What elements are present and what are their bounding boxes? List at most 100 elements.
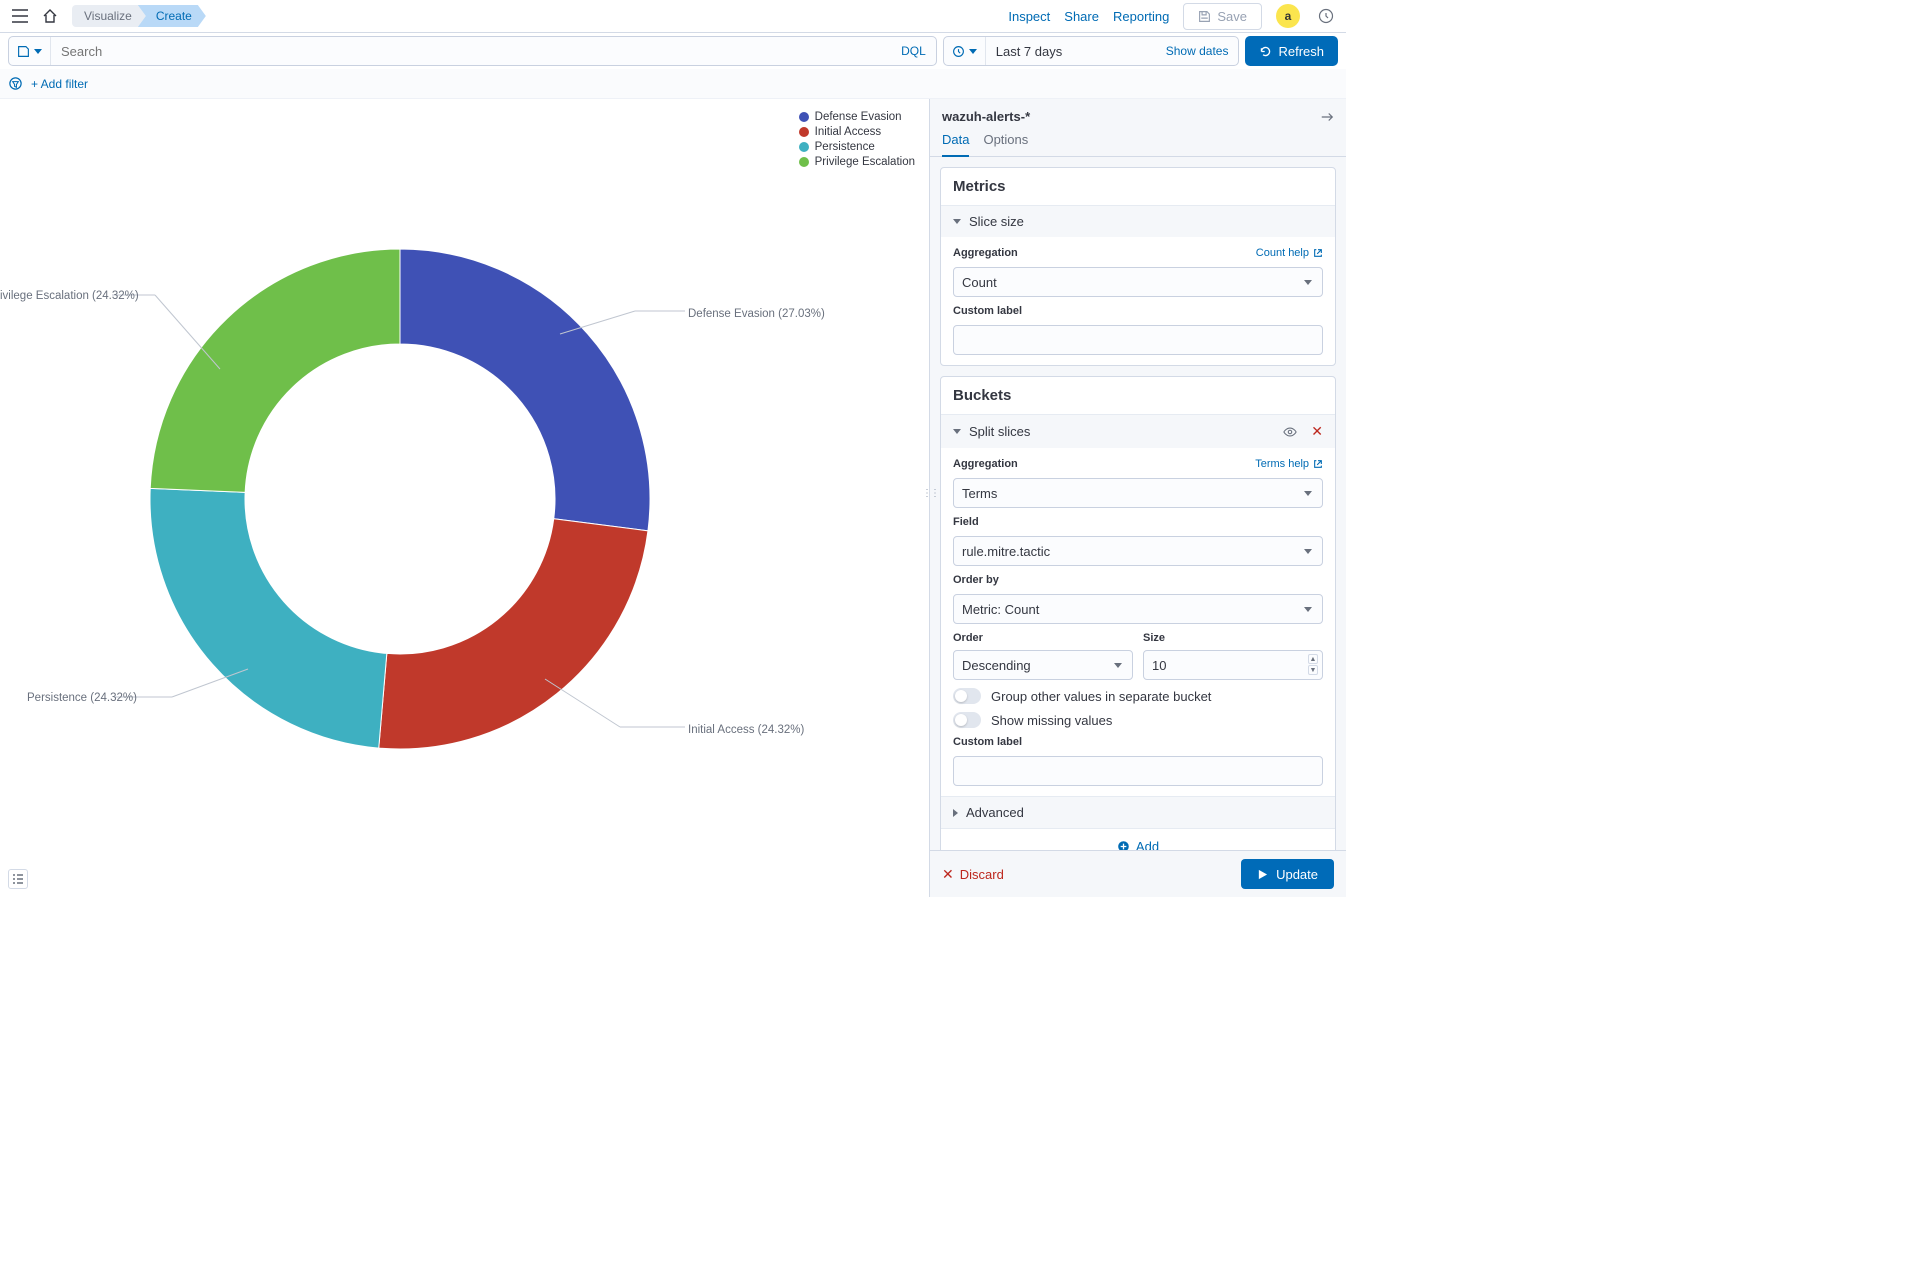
chevron-down-icon [953,429,961,434]
count-help-link[interactable]: Count help [1256,247,1323,259]
close-icon: ✕ [942,866,954,883]
size-input[interactable]: 10 ▲▼ [1143,650,1323,680]
buckets-custom-label: Custom label [953,736,1323,748]
metrics-custom-label: Custom label [953,305,1323,317]
news-icon[interactable] [1314,4,1338,28]
aggregation-label: Aggregation Count help [953,247,1323,259]
donut-slice[interactable] [400,249,650,531]
buckets-custom-label-input[interactable] [953,756,1323,786]
external-link-icon [1313,459,1323,469]
buckets-aggregation-select[interactable]: Terms [953,478,1323,508]
split-slices-label: Split slices [969,424,1030,439]
resize-handle[interactable]: ⋮⋮ [922,488,928,508]
eye-icon[interactable] [1283,425,1297,439]
show-missing-switch[interactable] [953,712,981,728]
disk-icon [17,45,30,58]
legend-swatch [799,112,809,122]
query-input-wrap: DQL [8,36,937,66]
buckets-card: Buckets Split slices ✕ Aggregation [940,376,1336,850]
add-label: Add [1136,839,1159,850]
legend-item[interactable]: Privilege Escalation [799,156,915,168]
field-label: Field [953,516,1323,528]
slice-label-persistence: Persistence (24.32%) [27,692,137,704]
metrics-custom-label-input[interactable] [953,325,1323,355]
legend-swatch [799,157,809,167]
chart-legend: Defense Evasion Initial Access Persistence… [799,111,915,168]
search-input[interactable] [51,37,891,65]
update-button[interactable]: Update [1241,859,1334,889]
size-label: Size [1143,632,1323,644]
terms-help-link[interactable]: Terms help [1255,458,1323,470]
plus-circle-icon [1117,840,1130,850]
legend-item[interactable]: Defense Evasion [799,111,915,123]
time-quick-button[interactable] [944,37,986,65]
number-steppers[interactable]: ▲▼ [1308,654,1318,675]
add-filter-link[interactable]: + Add filter [31,77,88,91]
tab-data[interactable]: Data [942,132,969,157]
slice-label-defense-evasion: Defense Evasion (27.03%) [688,308,825,320]
breadcrumb-visualize[interactable]: Visualize [72,5,146,27]
field-select[interactable]: rule.mitre.tactic [953,536,1323,566]
donut-slice[interactable] [150,249,400,492]
panel-tabs: Data Options [930,124,1346,157]
order-label: Order [953,632,1133,644]
refresh-label: Refresh [1278,44,1324,59]
topbar: Visualize Create Inspect Share Reporting… [0,0,1346,33]
advanced-label: Advanced [966,805,1024,820]
legend-swatch [799,142,809,152]
expand-icon[interactable] [1320,110,1334,124]
donut-slice[interactable] [150,488,387,748]
chevron-down-icon [34,49,42,54]
donut-chart [0,99,929,897]
saved-queries-button[interactable] [9,37,51,65]
legend-label: Privilege Escalation [815,156,915,168]
external-link-icon [1313,248,1323,258]
play-icon [1257,869,1268,880]
add-bucket-button[interactable]: Add [941,828,1335,850]
editor-panel: ⋮⋮ wazuh-alerts-* Data Options Metrics S… [929,99,1346,897]
buckets-title: Buckets [941,377,1335,414]
legend-item[interactable]: Initial Access [799,126,915,138]
avatar[interactable]: a [1276,4,1300,28]
dql-toggle[interactable]: DQL [891,44,936,58]
share-link[interactable]: Share [1064,9,1099,24]
slice-size-label: Slice size [969,214,1024,229]
slice-size-header[interactable]: Slice size [941,205,1335,237]
panel-footer: ✕ Discard Update [930,850,1346,897]
legend-toggle-button[interactable] [8,869,28,889]
legend-label: Defense Evasion [815,111,902,123]
buckets-aggregation-label: Aggregation Terms help [953,458,1323,470]
delete-icon[interactable]: ✕ [1311,423,1323,440]
menu-icon[interactable] [8,4,32,28]
group-other-label: Group other values in separate bucket [991,689,1211,704]
breadcrumb-create[interactable]: Create [138,5,206,27]
orderby-select[interactable]: Metric: Count [953,594,1323,624]
refresh-icon [1259,45,1272,58]
save-icon [1198,10,1211,23]
donut-slice[interactable] [379,519,648,749]
show-missing-label: Show missing values [991,713,1112,728]
filter-bar: + Add filter [0,69,1346,99]
metrics-title: Metrics [941,168,1335,205]
refresh-button[interactable]: Refresh [1245,36,1338,66]
order-select[interactable]: Descending [953,650,1133,680]
legend-item[interactable]: Persistence [799,141,915,153]
discard-button[interactable]: ✕ Discard [942,866,1004,883]
list-icon [12,873,24,885]
show-dates-link[interactable]: Show dates [1156,44,1239,58]
group-other-switch[interactable] [953,688,981,704]
advanced-header[interactable]: Advanced [941,796,1335,828]
legend-swatch [799,127,809,137]
filter-icon[interactable] [8,76,23,91]
metrics-aggregation-select[interactable]: Count [953,267,1323,297]
index-pattern-title: wazuh-alerts-* [942,109,1320,124]
home-icon[interactable] [38,4,62,28]
save-button[interactable]: Save [1183,3,1262,30]
time-range-text[interactable]: Last 7 days [986,44,1156,59]
reporting-link[interactable]: Reporting [1113,9,1169,24]
split-slices-header[interactable]: Split slices ✕ [941,414,1335,448]
slice-label-initial-access: Initial Access (24.32%) [688,724,804,736]
tab-options[interactable]: Options [983,132,1028,156]
slice-label-privilege-escalation: ivilege Escalation (24.32%) [0,290,139,302]
inspect-link[interactable]: Inspect [1008,9,1050,24]
